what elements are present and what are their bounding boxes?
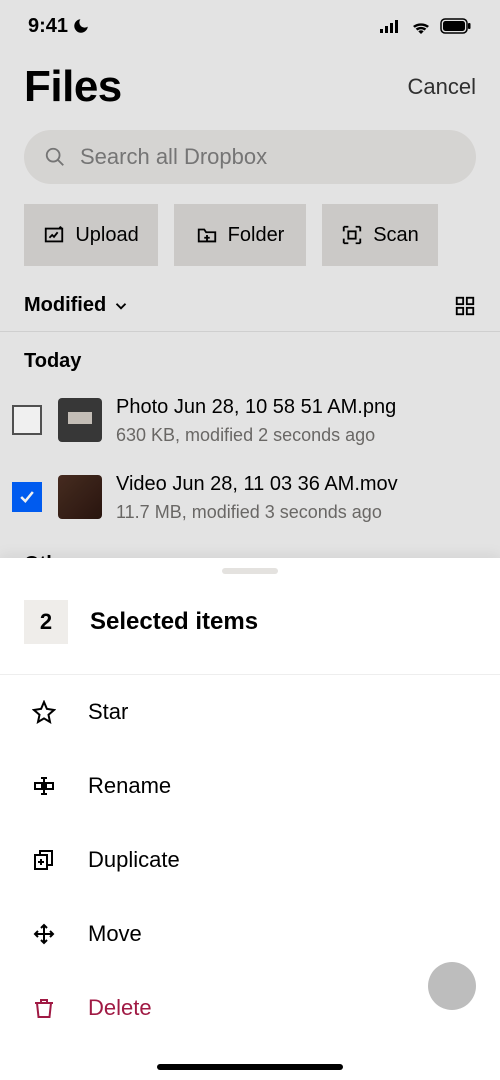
status-time: 9:41 — [28, 15, 68, 38]
sheet-item-rename[interactable]: Rename — [0, 749, 500, 823]
file-subtitle: 11.7 MB, modified 3 seconds ago — [116, 502, 398, 523]
scan-button[interactable]: Scan — [322, 204, 438, 266]
trash-icon — [30, 996, 58, 1020]
search-input[interactable]: Search all Dropbox — [24, 130, 476, 184]
duplicate-icon — [30, 848, 58, 872]
section-today: Today — [0, 332, 500, 381]
search-icon — [44, 146, 66, 168]
chevron-down-icon — [112, 297, 130, 315]
checkbox-unchecked[interactable] — [12, 405, 42, 435]
sort-dropdown[interactable]: Modified — [24, 294, 130, 317]
file-subtitle: 630 KB, modified 2 seconds ago — [116, 425, 396, 446]
sheet-item-label: Move — [88, 921, 142, 947]
sheet-item-label: Star — [88, 699, 128, 725]
file-name: Video Jun 28, 11 03 36 AM.mov — [116, 470, 398, 498]
status-bar: 9:41 — [0, 0, 500, 52]
move-icon — [30, 922, 58, 946]
file-thumbnail — [58, 398, 102, 442]
upload-label: Upload — [75, 224, 138, 247]
upload-icon — [43, 224, 65, 246]
star-icon — [30, 700, 58, 724]
scan-icon — [341, 224, 363, 246]
file-name: Photo Jun 28, 10 58 51 AM.png — [116, 393, 396, 421]
sheet-grabber[interactable] — [222, 568, 278, 574]
rename-icon — [30, 774, 58, 798]
cellular-icon — [380, 19, 402, 33]
selected-count-badge: 2 — [24, 600, 68, 644]
floating-action-button[interactable] — [428, 962, 476, 1010]
file-row[interactable]: Photo Jun 28, 10 58 51 AM.png 630 KB, mo… — [0, 381, 500, 458]
folder-add-icon — [196, 224, 218, 246]
folder-label: Folder — [228, 224, 285, 247]
battery-icon — [440, 18, 472, 34]
sheet-item-duplicate[interactable]: Duplicate — [0, 823, 500, 897]
sheet-item-label: Delete — [88, 995, 152, 1021]
cancel-button[interactable]: Cancel — [408, 74, 476, 100]
sheet-item-move[interactable]: Move — [0, 897, 500, 971]
sheet-item-label: Rename — [88, 773, 171, 799]
sheet-title: Selected items — [90, 608, 258, 636]
checkbox-checked[interactable] — [12, 482, 42, 512]
sort-label: Modified — [24, 294, 106, 317]
sheet-item-delete[interactable]: Delete — [0, 971, 500, 1045]
action-sheet: 2 Selected items Star Rename Duplicate — [0, 558, 500, 1080]
upload-button[interactable]: Upload — [24, 204, 158, 266]
scan-label: Scan — [373, 224, 419, 247]
sheet-item-star[interactable]: Star — [0, 675, 500, 749]
sheet-item-label: Duplicate — [88, 847, 180, 873]
home-indicator[interactable] — [157, 1064, 343, 1070]
search-placeholder: Search all Dropbox — [80, 144, 267, 170]
file-thumbnail — [58, 475, 102, 519]
wifi-icon — [410, 18, 432, 34]
do-not-disturb-icon — [72, 17, 90, 35]
grid-view-icon[interactable] — [454, 295, 476, 317]
folder-button[interactable]: Folder — [174, 204, 306, 266]
file-row[interactable]: Video Jun 28, 11 03 36 AM.mov 11.7 MB, m… — [0, 458, 500, 535]
page-title: Files — [24, 62, 122, 112]
